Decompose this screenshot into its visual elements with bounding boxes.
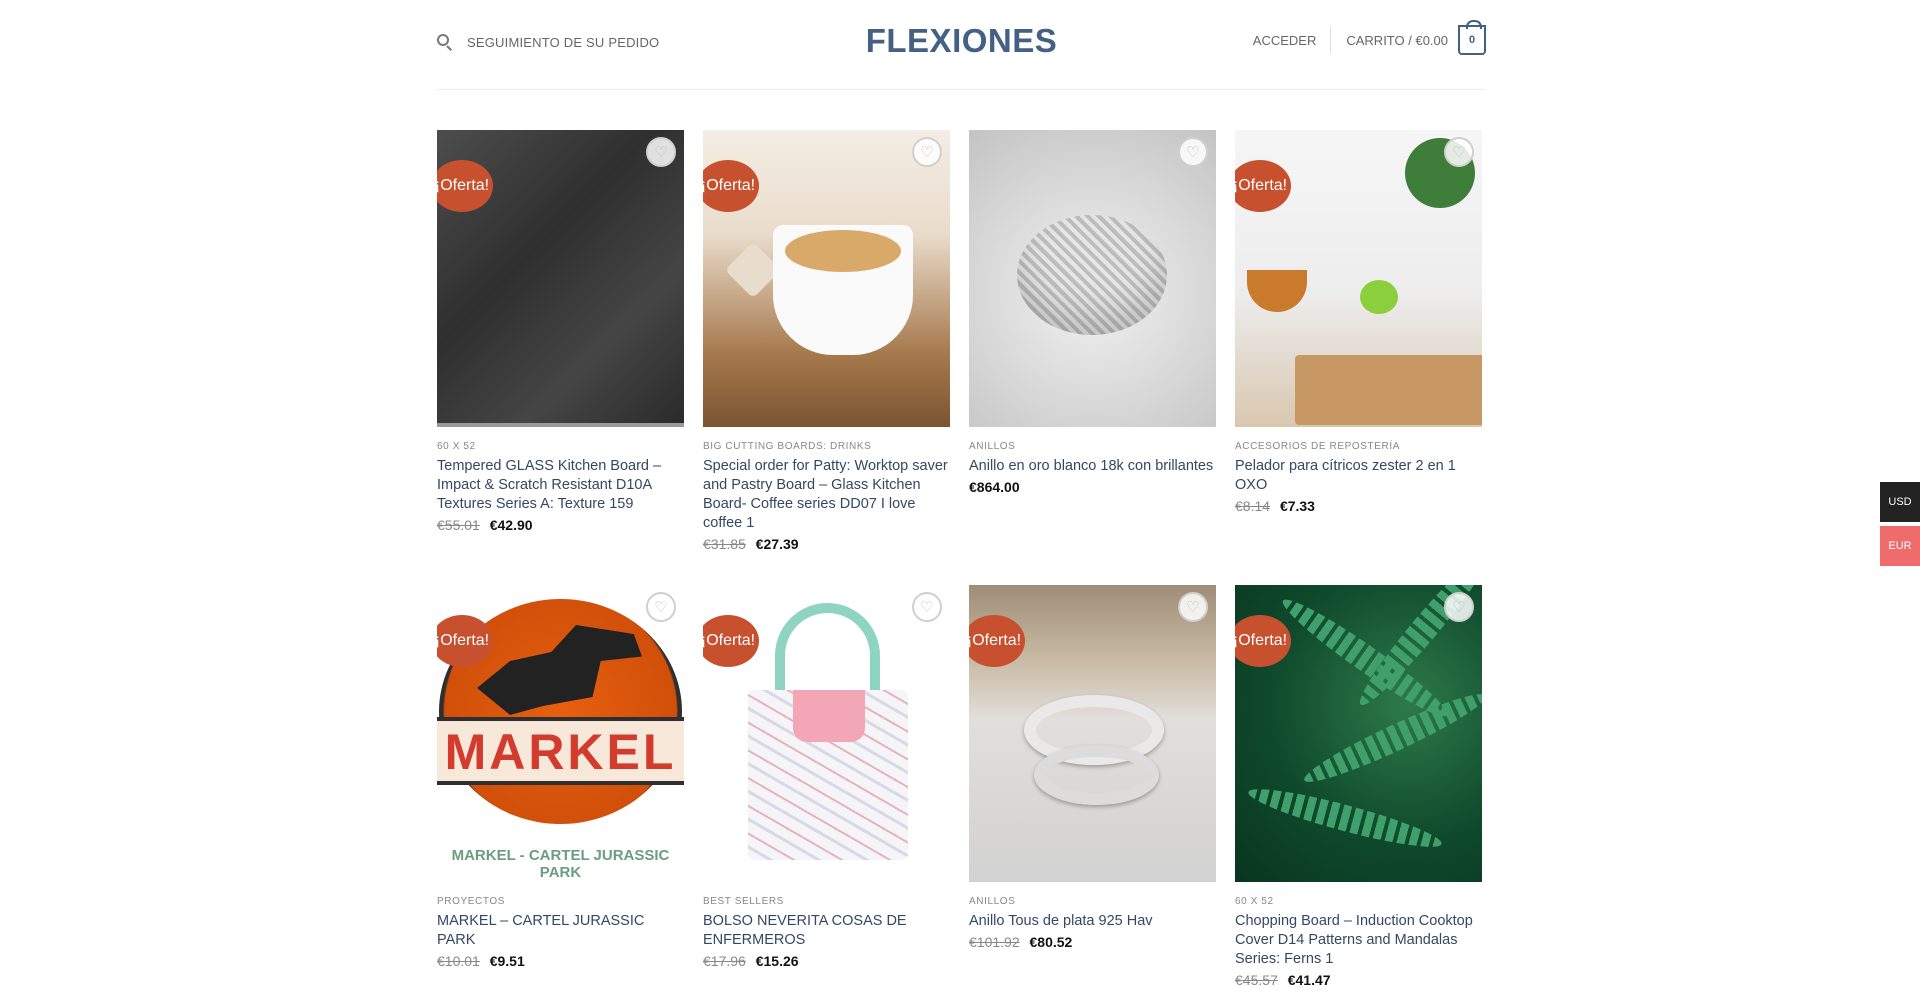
product-price: €55.01 €42.90 bbox=[437, 517, 684, 533]
old-price: €31.85 bbox=[703, 536, 746, 552]
product-image[interactable]: ¡Oferta! ♡ bbox=[703, 585, 950, 882]
sale-price: €41.47 bbox=[1287, 972, 1331, 988]
product-category[interactable]: ACCESORIOS DE REPOSTERÍA bbox=[1235, 441, 1482, 452]
product-category[interactable]: ANILLOS bbox=[969, 896, 1216, 907]
product-image[interactable]: ♡ bbox=[969, 130, 1216, 427]
sale-price: €80.52 bbox=[1029, 934, 1073, 950]
old-price: €101.92 bbox=[969, 934, 1020, 950]
product-category[interactable]: BIG CUTTING BOARDS: DRINKS bbox=[703, 441, 950, 452]
old-price: €55.01 bbox=[437, 517, 480, 533]
product-card: ¡Oferta! ♡ BIG CUTTING BOARDS: DRINKS Sp… bbox=[703, 130, 950, 585]
product-card: ¡Oferta! ♡ BEST SELLERS BOLSO NEVERITA C… bbox=[703, 585, 950, 993]
product-title[interactable]: Special order for Patty: Worktop saver a… bbox=[703, 457, 950, 533]
product-image[interactable]: MARKEL MARKEL - CARTEL JURASSIC PARK ¡Of… bbox=[437, 585, 684, 882]
sale-price: €42.90 bbox=[489, 517, 533, 533]
site-header: SEGUIMIENTO DE SU PEDIDO FLEXIONES ACCED… bbox=[437, 0, 1486, 90]
sale-price: €15.26 bbox=[755, 953, 799, 969]
product-image[interactable]: ¡Oferta! ♡ bbox=[1235, 130, 1482, 427]
product-price: €45.57 €41.47 bbox=[1235, 972, 1482, 988]
product-category[interactable]: BEST SELLERS bbox=[703, 896, 950, 907]
image-caption: MARKEL - CARTEL JURASSIC PARK bbox=[451, 847, 670, 881]
product-category[interactable]: 60 X 52 bbox=[437, 441, 684, 452]
product-price: €864.00 bbox=[969, 479, 1216, 495]
sale-price: €9.51 bbox=[489, 953, 525, 969]
heart-icon[interactable]: ♡ bbox=[1178, 137, 1208, 167]
old-price: €8.14 bbox=[1235, 498, 1271, 514]
product-card: ♡ ANILLOS Anillo en oro blanco 18k con b… bbox=[969, 130, 1216, 585]
heart-icon[interactable]: ♡ bbox=[912, 592, 942, 622]
product-card: ¡Oferta! ♡ ANILLOS Anillo Tous de plata … bbox=[969, 585, 1216, 993]
product-price: €10.01 €9.51 bbox=[437, 953, 684, 969]
heart-icon[interactable]: ♡ bbox=[1178, 592, 1208, 622]
heart-icon[interactable]: ♡ bbox=[646, 137, 676, 167]
product-price: €101.92 €80.52 bbox=[969, 934, 1216, 950]
product-title[interactable]: Anillo Tous de plata 925 Hav bbox=[969, 912, 1216, 931]
product-title[interactable]: Pelador para cítricos zester 2 en 1 OXO bbox=[1235, 457, 1482, 495]
product-category[interactable]: ANILLOS bbox=[969, 441, 1216, 452]
nav-divider bbox=[1330, 26, 1332, 54]
product-price: €8.14 €7.33 bbox=[1235, 498, 1482, 514]
product-price: €31.85 €27.39 bbox=[703, 536, 950, 552]
product-card: MARKEL MARKEL - CARTEL JURASSIC PARK ¡Of… bbox=[437, 585, 684, 993]
sale-price: €7.33 bbox=[1279, 498, 1315, 514]
product-title[interactable]: Anillo en oro blanco 18k con brillantes bbox=[969, 457, 1216, 476]
product-card: ¡Oferta! ♡ 60 X 52 Chopping Board – Indu… bbox=[1235, 585, 1482, 993]
product-price: €17.96 €15.26 bbox=[703, 953, 950, 969]
image-logo-text: MARKEL bbox=[437, 717, 684, 785]
heart-icon[interactable]: ♡ bbox=[912, 137, 942, 167]
sale-price: €27.39 bbox=[755, 536, 799, 552]
product-title[interactable]: Tempered GLASS Kitchen Board – Impact & … bbox=[437, 457, 684, 514]
old-price: €17.96 bbox=[703, 953, 746, 969]
product-photo bbox=[969, 130, 1216, 427]
product-category[interactable]: PROYECTOS bbox=[437, 896, 684, 907]
price: €864.00 bbox=[969, 479, 1020, 495]
product-title[interactable]: BOLSO NEVERITA COSAS DE ENFERMEROS bbox=[703, 912, 950, 950]
product-category[interactable]: 60 X 52 bbox=[1235, 896, 1482, 907]
product-title[interactable]: MARKEL – CARTEL JURASSIC PARK bbox=[437, 912, 684, 950]
heart-icon[interactable]: ♡ bbox=[646, 592, 676, 622]
currency-eur-button[interactable]: EUR bbox=[1880, 526, 1920, 566]
product-image[interactable]: ¡Oferta! ♡ bbox=[1235, 585, 1482, 882]
currency-usd-button[interactable]: USD bbox=[1880, 482, 1920, 522]
product-card: ¡Oferta! ♡ 60 X 52 Tempered GLASS Kitche… bbox=[437, 130, 684, 585]
heart-icon[interactable]: ♡ bbox=[1444, 137, 1474, 167]
login-link[interactable]: ACCEDER bbox=[1253, 33, 1317, 48]
product-image[interactable]: ¡Oferta! ♡ bbox=[437, 130, 684, 427]
product-image[interactable]: ¡Oferta! ♡ bbox=[969, 585, 1216, 882]
old-price: €45.57 bbox=[1235, 972, 1278, 988]
product-image[interactable]: ¡Oferta! ♡ bbox=[703, 130, 950, 427]
product-title[interactable]: Chopping Board – Induction Cooktop Cover… bbox=[1235, 912, 1482, 969]
cart-link[interactable]: CARRITO / €0.00 bbox=[1346, 33, 1448, 48]
product-grid: ¡Oferta! ♡ 60 X 52 Tempered GLASS Kitche… bbox=[437, 130, 1486, 993]
old-price: €10.01 bbox=[437, 953, 480, 969]
product-card: ¡Oferta! ♡ ACCESORIOS DE REPOSTERÍA Pela… bbox=[1235, 130, 1482, 585]
heart-icon[interactable]: ♡ bbox=[1444, 592, 1474, 622]
account-nav: ACCEDER CARRITO / €0.00 0 bbox=[1253, 20, 1486, 55]
cart-bag-icon[interactable]: 0 bbox=[1458, 20, 1486, 55]
